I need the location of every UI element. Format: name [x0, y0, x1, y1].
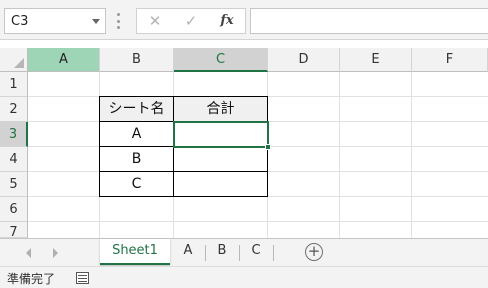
fill-handle[interactable] — [265, 144, 271, 150]
column-header-a[interactable]: A — [28, 48, 100, 72]
sheet-tab-bar: Sheet1 A B C + — [0, 238, 488, 266]
tab-b[interactable]: B — [206, 239, 238, 265]
row-header-5[interactable]: 5 — [0, 172, 28, 197]
select-all-icon — [14, 58, 24, 68]
formula-bar-splitter-icon[interactable] — [117, 13, 120, 29]
table-header-sheet-name[interactable]: シート名 — [99, 96, 174, 122]
row-header-6[interactable]: 6 — [0, 197, 28, 222]
table-cell-name[interactable]: C — [99, 171, 174, 197]
column-header-b[interactable]: B — [100, 48, 174, 72]
insert-function-icon[interactable]: fx — [217, 12, 237, 30]
name-box-dropdown-icon[interactable] — [92, 19, 100, 24]
formula-buttons: ✕ ✓ fx — [136, 8, 246, 34]
scroll-tabs-left-icon[interactable] — [26, 248, 31, 258]
active-cell-c3[interactable] — [173, 121, 269, 148]
row-header-7[interactable]: 7 — [0, 222, 28, 238]
column-header-f[interactable]: F — [412, 48, 488, 72]
column-header-c[interactable]: C — [174, 48, 268, 72]
formula-bar: C3 ✕ ✓ fx — [0, 0, 488, 40]
formula-input[interactable] — [250, 8, 488, 34]
scroll-tabs-right-icon[interactable] — [53, 248, 58, 258]
tab-sheet1[interactable]: Sheet1 — [100, 239, 170, 265]
column-header-d[interactable]: D — [268, 48, 340, 72]
table-cell-name[interactable]: B — [99, 146, 174, 172]
add-sheet-icon[interactable]: + — [305, 243, 323, 261]
table-cell-name[interactable]: A — [99, 121, 174, 147]
status-bar: 準備完了 — [0, 266, 488, 288]
table-cell-total[interactable] — [173, 146, 268, 172]
status-ready-text: 準備完了 — [7, 272, 56, 286]
row-header-4[interactable]: 4 — [0, 147, 28, 172]
tab-a[interactable]: A — [172, 239, 204, 265]
row-header-1[interactable]: 1 — [0, 72, 28, 97]
tab-c[interactable]: C — [240, 239, 272, 265]
name-box[interactable]: C3 — [4, 8, 106, 34]
cancel-icon[interactable]: ✕ — [145, 12, 165, 30]
macro-recording-icon[interactable] — [76, 272, 89, 284]
select-all-corner[interactable] — [0, 48, 28, 72]
table-cell-total[interactable] — [173, 171, 268, 197]
table-header-total[interactable]: 合計 — [173, 96, 268, 122]
enter-icon[interactable]: ✓ — [181, 12, 201, 30]
name-box-value: C3 — [11, 14, 29, 29]
tab-separator — [273, 245, 274, 261]
row-header-3[interactable]: 3 — [0, 122, 28, 147]
row-header-2[interactable]: 2 — [0, 97, 28, 122]
column-header-e[interactable]: E — [340, 48, 412, 72]
